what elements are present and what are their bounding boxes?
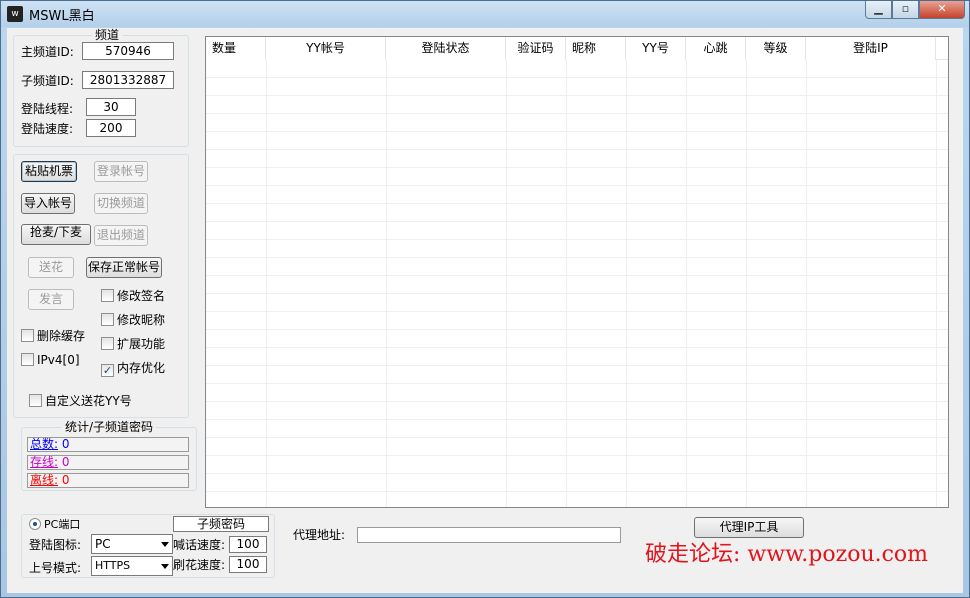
- pc-port-radio[interactable]: PC端口: [29, 518, 80, 532]
- grab-mic-button[interactable]: 抢麦/下麦: [21, 224, 91, 245]
- proxy-address-label: 代理地址:: [293, 528, 346, 542]
- login-icon-select[interactable]: PC: [91, 534, 173, 554]
- flower-speed-input[interactable]: 100: [229, 556, 267, 573]
- checkbox-box: [21, 329, 34, 342]
- radio-dot: [29, 518, 41, 530]
- login-account-button[interactable]: 登录帐号: [94, 161, 148, 182]
- checkbox-check-icon: ✓: [101, 364, 114, 377]
- edit-nickname-checkbox[interactable]: 修改昵称: [101, 313, 165, 327]
- sub-password-box[interactable]: 子频密码: [173, 516, 269, 532]
- column-yy-number[interactable]: YY号: [626, 37, 686, 60]
- send-flower-button[interactable]: 送花: [28, 257, 74, 278]
- stats-online: 存线: 0: [27, 455, 189, 470]
- proxy-ip-tool-button[interactable]: 代理IP工具: [694, 517, 804, 538]
- channel-group-legend: 频道: [92, 28, 123, 42]
- column-count[interactable]: 数量: [206, 37, 266, 60]
- login-speed-input[interactable]: 200: [86, 119, 136, 137]
- grid-line: [936, 60, 937, 507]
- stats-total-value: 0: [61, 437, 70, 451]
- custom-flower-checkbox[interactable]: 自定义送花YY号: [29, 394, 132, 408]
- stats-offline-value: 0: [61, 473, 70, 487]
- grid-line: [686, 60, 687, 507]
- memory-optimize-checkbox[interactable]: ✓ 内存优化: [101, 361, 165, 377]
- checkbox-box: [101, 313, 114, 326]
- switch-channel-button[interactable]: 切换频道: [94, 193, 148, 214]
- login-speed-label: 登陆速度:: [21, 122, 74, 136]
- sub-channel-label: 子频道ID:: [21, 74, 74, 88]
- account-list[interactable]: 数量 YY帐号 登陆状态 验证码 昵称 YY号 心跳 等级 登陆IP: [205, 36, 949, 508]
- chevron-down-icon: [161, 564, 169, 569]
- login-threads-label: 登陆线程:: [21, 102, 74, 116]
- ipv4-label: IPv4[0]: [37, 353, 80, 367]
- shout-speed-label: 喊话速度:: [173, 538, 226, 552]
- shout-speed-input[interactable]: 100: [229, 536, 267, 553]
- paste-ticket-button[interactable]: 粘贴机票: [21, 161, 77, 182]
- grid-line: [386, 60, 387, 507]
- checkbox-box: [21, 353, 34, 366]
- title-bar[interactable]: w MSWL黑白 ▁ ▫ ✕: [1, 1, 969, 27]
- column-heartbeat[interactable]: 心跳: [686, 37, 746, 60]
- client-area: 频道 主频道ID: 570946 子频道ID: 2801332887 登陆线程:…: [7, 28, 963, 593]
- edit-signature-checkbox[interactable]: 修改签名: [101, 289, 165, 303]
- edit-nickname-label: 修改昵称: [117, 313, 166, 327]
- delete-cache-label: 删除缓存: [37, 329, 86, 343]
- channel-group: 频道 主频道ID: 570946 子频道ID: 2801332887 登陆线程:…: [13, 28, 189, 147]
- close-button[interactable]: ✕: [919, 1, 965, 19]
- ipv4-checkbox[interactable]: IPv4[0]: [21, 353, 80, 367]
- column-captcha[interactable]: 验证码: [506, 37, 566, 60]
- custom-flower-label: 自定义送花YY号: [45, 394, 132, 408]
- stats-online-label: 存线:: [30, 455, 59, 469]
- app-icon: w: [7, 6, 23, 22]
- import-account-button[interactable]: 导入帐号: [21, 193, 75, 214]
- account-list-header: 数量 YY帐号 登陆状态 验证码 昵称 YY号 心跳 等级 登陆IP: [206, 37, 948, 60]
- grid-line: [506, 60, 507, 507]
- stats-online-value: 0: [61, 455, 70, 469]
- login-icon-label: 登陆图标:: [29, 538, 82, 552]
- grid-line: [626, 60, 627, 507]
- stats-offline-label: 离线:: [30, 473, 59, 487]
- proxy-address-input[interactable]: [357, 527, 621, 543]
- grid-line: [806, 60, 807, 507]
- extend-function-label: 扩展功能: [117, 337, 166, 351]
- login-icon-value: PC: [95, 537, 111, 551]
- stats-total: 总数: 0: [27, 437, 189, 452]
- grid-line: [566, 60, 567, 507]
- sub-channel-input[interactable]: 2801332887: [82, 71, 174, 89]
- checkbox-box: [101, 289, 114, 302]
- login-mode-value: HTTPS: [95, 559, 131, 572]
- grid-line: [746, 60, 747, 507]
- column-yy-account[interactable]: YY帐号: [266, 37, 386, 60]
- flower-speed-label: 刷花速度:: [173, 558, 226, 572]
- column-nickname[interactable]: 昵称: [566, 37, 626, 60]
- checkbox-box: [29, 394, 42, 407]
- delete-cache-checkbox[interactable]: 删除缓存: [21, 329, 85, 343]
- minimize-button[interactable]: ▁: [865, 1, 892, 19]
- memory-optimize-label: 内存优化: [117, 361, 166, 375]
- login-mode-label: 上号模式:: [29, 561, 82, 575]
- pc-port-label: PC端口: [44, 518, 81, 531]
- edit-signature-label: 修改签名: [117, 289, 166, 303]
- stats-group-legend: 统计/子频道密码: [62, 420, 157, 434]
- speak-button[interactable]: 发言: [28, 289, 74, 310]
- exit-channel-button[interactable]: 退出频道: [94, 225, 148, 246]
- main-channel-input[interactable]: 570946: [82, 42, 174, 60]
- maximize-button[interactable]: ▫: [892, 1, 919, 19]
- column-level[interactable]: 等级: [746, 37, 806, 60]
- extend-function-checkbox[interactable]: 扩展功能: [101, 337, 165, 351]
- login-mode-select[interactable]: HTTPS: [91, 556, 173, 576]
- checkbox-box: [101, 337, 114, 350]
- chevron-down-icon: [161, 542, 169, 547]
- column-login-ip[interactable]: 登陆IP: [806, 37, 936, 60]
- stats-offline: 离线: 0: [27, 473, 189, 488]
- window-title: MSWL黑白: [29, 9, 95, 24]
- stats-total-label: 总数:: [30, 437, 59, 451]
- save-normal-account-button[interactable]: 保存正常帐号: [86, 257, 162, 278]
- watermark-text: 破走论坛: www.pozou.com: [645, 542, 929, 567]
- column-login-status[interactable]: 登陆状态: [386, 37, 506, 60]
- login-threads-input[interactable]: 30: [86, 98, 136, 116]
- app-window: w MSWL黑白 ▁ ▫ ✕ 频道 主频道ID: 570946 子频道ID: 2…: [0, 0, 970, 598]
- grid-line: [266, 60, 267, 507]
- main-channel-label: 主频道ID:: [21, 45, 74, 59]
- account-list-grid: [206, 60, 948, 507]
